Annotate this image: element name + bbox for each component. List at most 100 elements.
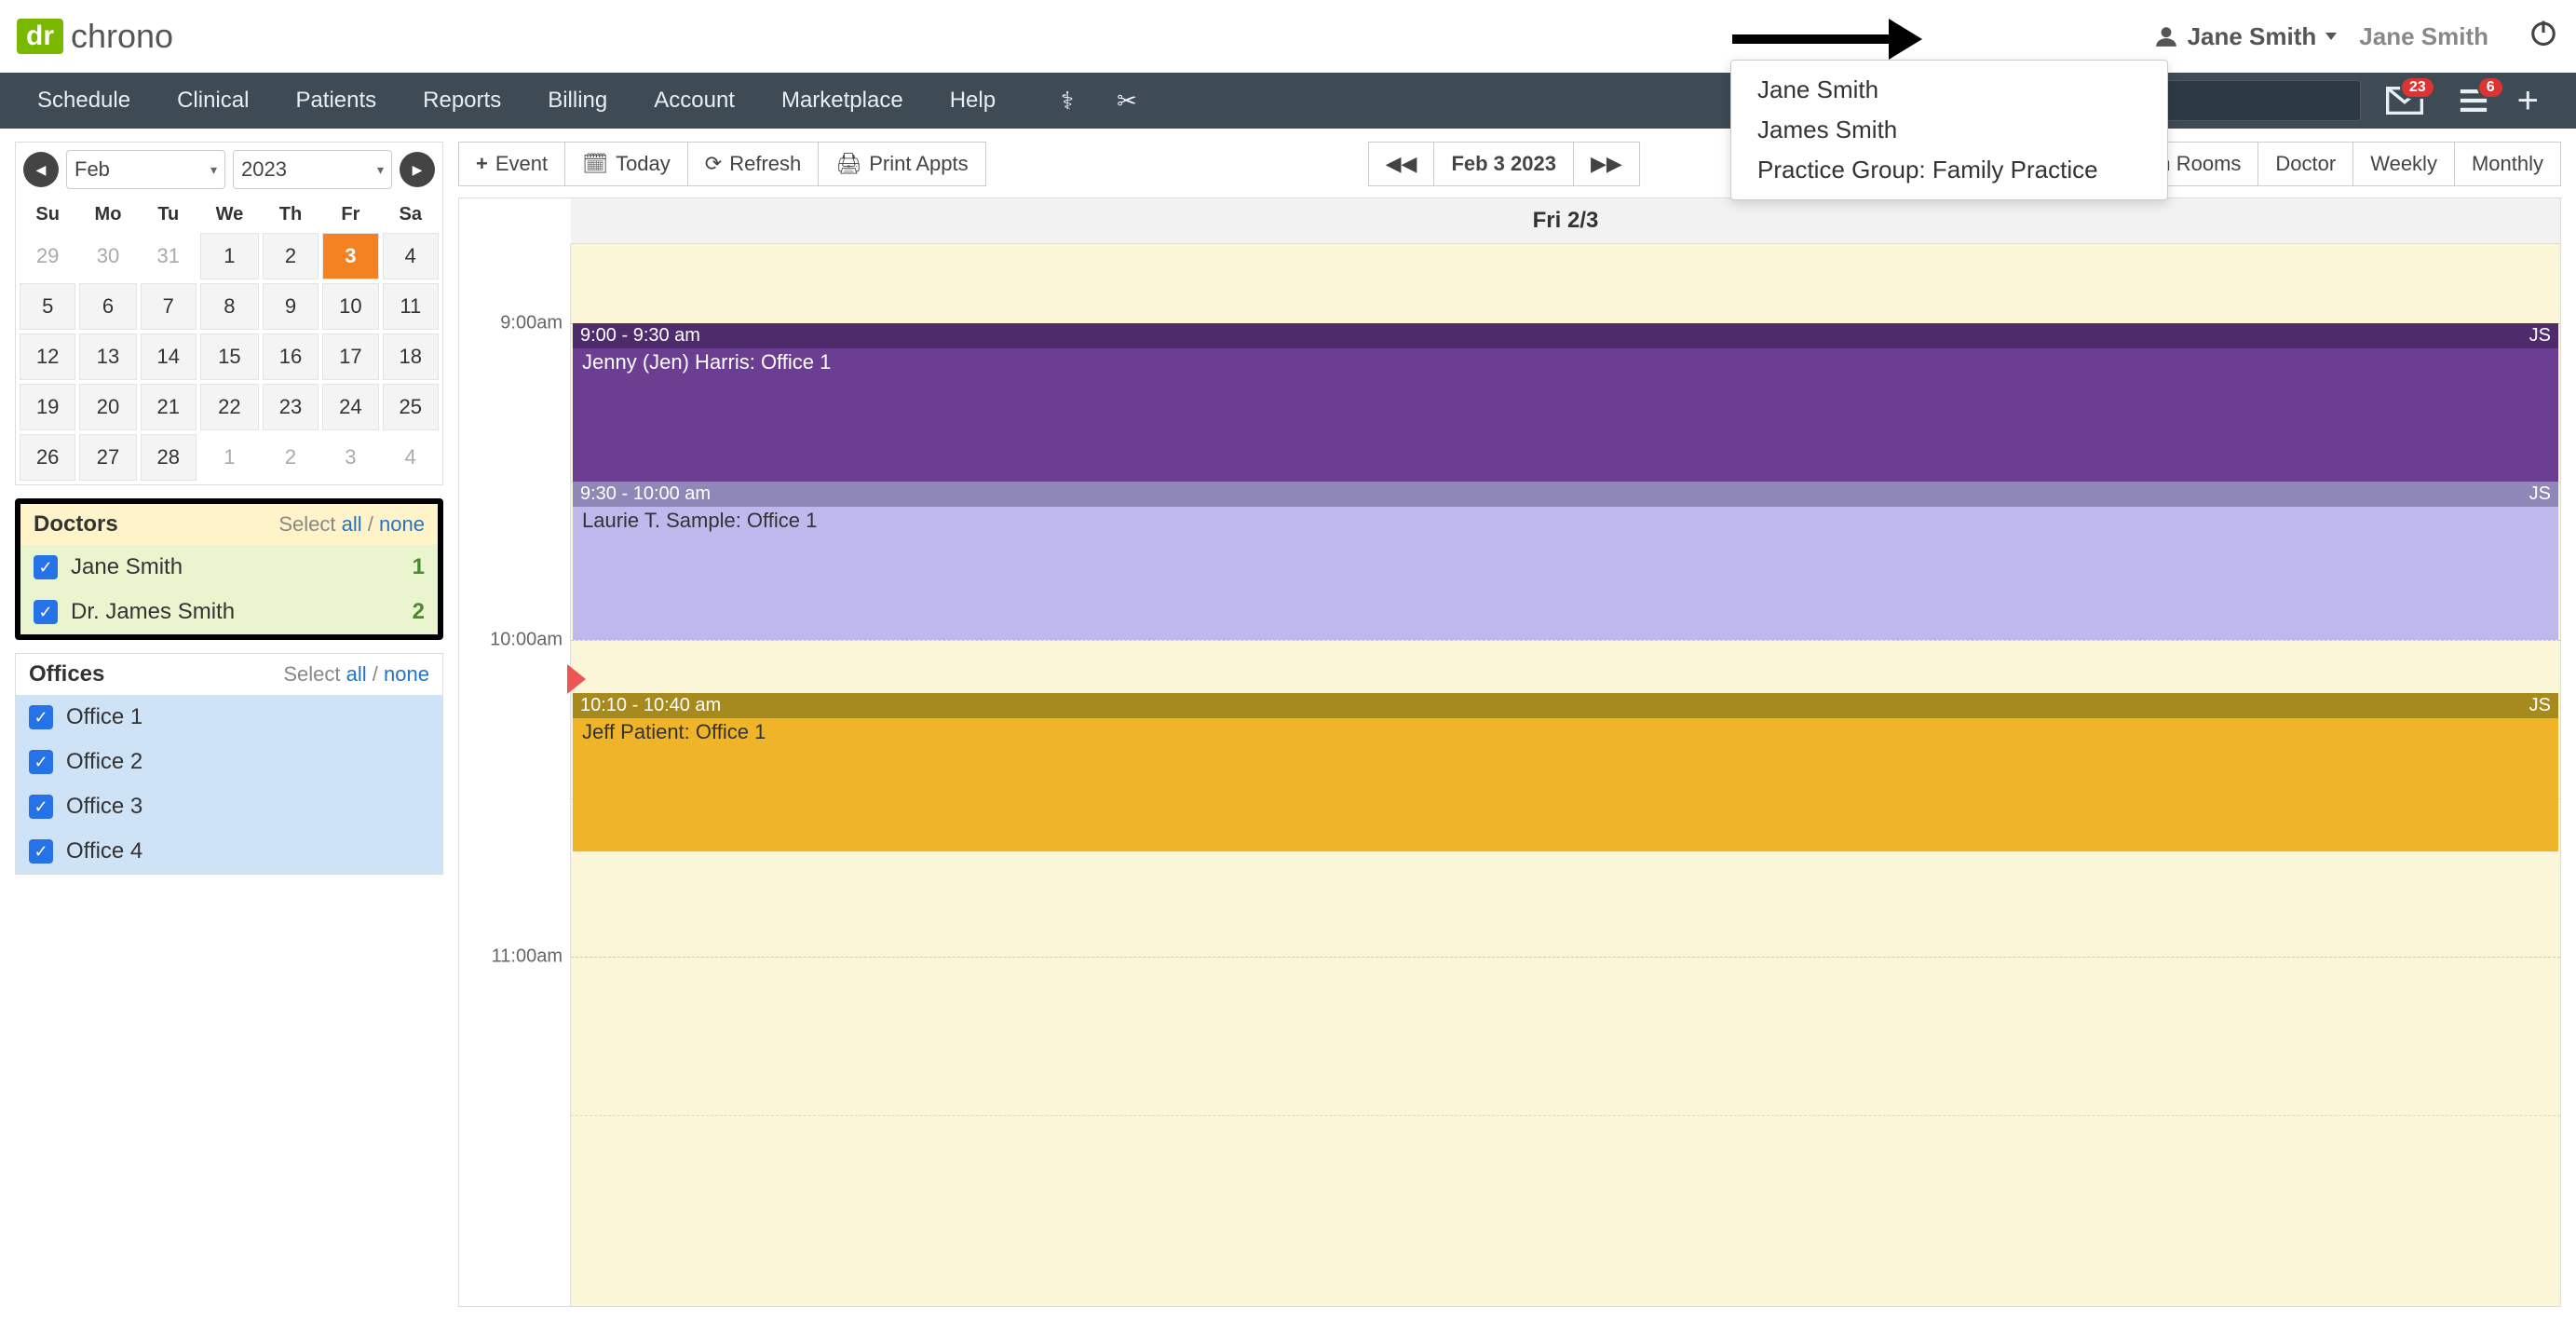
office-row[interactable]: ✓ Office 4 xyxy=(16,829,442,874)
nav-schedule[interactable]: Schedule xyxy=(37,88,130,114)
user-menu-button[interactable]: Jane Smith xyxy=(2154,22,2338,51)
checkbox-icon[interactable]: ✓ xyxy=(29,750,53,774)
appointment-event[interactable]: 10:10 - 10:40 amJSJeff Patient: Office 1 xyxy=(573,693,2558,851)
offices-select-all[interactable]: all xyxy=(346,662,367,686)
office-row[interactable]: ✓Office 2 xyxy=(16,740,442,784)
appointment-event[interactable]: 9:00 - 9:30 amJSJenny (Jen) Harris: Offi… xyxy=(573,323,2558,482)
office-name: Office 3 xyxy=(66,794,142,820)
checkbox-icon[interactable]: ✓ xyxy=(29,839,53,864)
mini-cal-day[interactable]: 21 xyxy=(141,384,197,430)
scissors-icon[interactable]: ✂ xyxy=(1117,87,1137,116)
next-month-button[interactable]: ▶ xyxy=(400,152,435,187)
date-prev-button[interactable]: ◀◀ xyxy=(1368,142,1434,186)
mini-cal-day[interactable]: 8 xyxy=(200,283,259,330)
user-dropdown-item[interactable]: James Smith xyxy=(1731,110,2167,150)
print-button[interactable]: 🖨Print Appts xyxy=(818,142,985,186)
user-dropdown-item[interactable]: Practice Group: Family Practice xyxy=(1731,150,2167,190)
mini-cal-day[interactable]: 16 xyxy=(263,333,319,380)
mini-cal-day[interactable]: 9 xyxy=(263,283,319,330)
appointment-event[interactable]: 9:30 - 10:00 amJSLaurie T. Sample: Offic… xyxy=(573,482,2558,640)
view-weekly-tab[interactable]: Weekly xyxy=(2352,142,2454,186)
mini-cal-day[interactable]: 3 xyxy=(322,233,378,279)
mini-cal-day[interactable]: 26 xyxy=(20,434,75,481)
day-column[interactable]: 9:00 - 9:30 amJSJenny (Jen) Harris: Offi… xyxy=(571,244,2560,1306)
today-button[interactable]: 🗓Today xyxy=(564,142,687,186)
mini-cal-day[interactable]: 4 xyxy=(383,434,439,481)
mini-cal-day[interactable]: 13 xyxy=(79,333,136,380)
checkbox-icon[interactable]: ✓ xyxy=(34,555,58,579)
mini-cal-day[interactable]: 27 xyxy=(79,434,136,481)
nav-account[interactable]: Account xyxy=(654,88,735,114)
mini-cal-day[interactable]: 29 xyxy=(20,233,75,279)
mini-cal-day[interactable]: 7 xyxy=(141,283,197,330)
nav-marketplace[interactable]: Marketplace xyxy=(781,88,903,114)
tasks-button[interactable]: 6 xyxy=(2448,80,2499,121)
time-label: 10:00am xyxy=(490,630,563,651)
mini-cal-dow: Fr xyxy=(322,200,378,229)
checkbox-icon[interactable]: ✓ xyxy=(29,705,53,729)
mini-cal-dow: Mo xyxy=(79,200,136,229)
mini-cal-day[interactable]: 1 xyxy=(200,233,259,279)
mini-cal-day[interactable]: 18 xyxy=(383,333,439,380)
brand-logo[interactable]: dr chrono xyxy=(17,17,173,56)
mini-cal-day[interactable]: 22 xyxy=(200,384,259,430)
nav-billing[interactable]: Billing xyxy=(548,88,607,114)
day-header: Fri 2/3 xyxy=(571,198,2560,244)
office-row[interactable]: ✓ Office 3 xyxy=(16,784,442,829)
office-name: Office 4 xyxy=(66,838,142,864)
mini-cal-day[interactable]: 11 xyxy=(383,283,439,330)
mini-cal-day[interactable]: 15 xyxy=(200,333,259,380)
mini-cal-day[interactable]: 12 xyxy=(20,333,75,380)
mini-cal-day[interactable]: 14 xyxy=(141,333,197,380)
mini-cal-day[interactable]: 31 xyxy=(141,233,197,279)
mini-cal-day[interactable]: 24 xyxy=(322,384,378,430)
offices-title: Offices xyxy=(29,661,104,687)
power-icon[interactable] xyxy=(2529,19,2557,54)
nav-help[interactable]: Help xyxy=(950,88,996,114)
date-next-button[interactable]: ▶▶ xyxy=(1573,142,1640,186)
mini-cal-day[interactable]: 17 xyxy=(322,333,378,380)
mini-cal-day[interactable]: 30 xyxy=(79,233,136,279)
year-select[interactable]: 2023▾ xyxy=(233,150,392,189)
doctor-row[interactable]: ✓Jane Smith1 xyxy=(20,545,438,590)
view-monthly-tab[interactable]: Monthly xyxy=(2454,142,2561,186)
doctors-select-all[interactable]: all xyxy=(342,512,362,536)
search-input[interactable] xyxy=(2147,80,2361,121)
mini-cal-day[interactable]: 6 xyxy=(79,283,136,330)
nav-patients[interactable]: Patients xyxy=(295,88,376,114)
office-row[interactable]: ✓ Office 1 xyxy=(16,695,442,740)
mini-cal-dow: We xyxy=(200,200,259,229)
doctors-select-none[interactable]: none xyxy=(379,512,425,536)
mini-cal-day[interactable]: 25 xyxy=(383,384,439,430)
doctor-row[interactable]: ✓Dr. James Smith2 xyxy=(20,590,438,634)
nav-reports[interactable]: Reports xyxy=(423,88,501,114)
date-title[interactable]: Feb 3 2023 xyxy=(1433,142,1573,186)
mini-cal-day[interactable]: 2 xyxy=(263,434,319,481)
checkbox-icon[interactable]: ✓ xyxy=(29,795,53,819)
mini-cal-day[interactable]: 10 xyxy=(322,283,378,330)
mini-cal-day[interactable]: 4 xyxy=(383,233,439,279)
mini-cal-day[interactable]: 2 xyxy=(263,233,319,279)
nav-clinical[interactable]: Clinical xyxy=(177,88,249,114)
offices-select-none[interactable]: none xyxy=(384,662,429,686)
checkbox-icon[interactable]: ✓ xyxy=(34,600,58,624)
mini-cal-day[interactable]: 5 xyxy=(20,283,75,330)
mini-cal-day[interactable]: 28 xyxy=(141,434,197,481)
month-select[interactable]: Feb▾ xyxy=(66,150,225,189)
refresh-button[interactable]: ⟳Refresh xyxy=(687,142,818,186)
mini-cal-day[interactable]: 3 xyxy=(322,434,378,481)
add-event-button[interactable]: +Event xyxy=(458,142,564,186)
caduceus-icon[interactable]: ⚕ xyxy=(1061,87,1074,116)
mini-cal-day[interactable]: 1 xyxy=(200,434,259,481)
view-doctor-tab[interactable]: Doctor xyxy=(2257,142,2352,186)
office-name: Office 1 xyxy=(66,704,142,730)
annotation-arrow xyxy=(1732,17,1922,60)
add-button[interactable]: + xyxy=(2517,80,2539,122)
mini-cal-day[interactable]: 19 xyxy=(20,384,75,430)
user-dropdown-item[interactable]: Jane Smith xyxy=(1731,70,2167,110)
prev-month-button[interactable]: ◀ xyxy=(23,152,59,187)
mini-cal-day[interactable]: 20 xyxy=(79,384,136,430)
now-marker-icon xyxy=(567,664,586,694)
mini-cal-day[interactable]: 23 xyxy=(263,384,319,430)
messages-button[interactable]: 23 xyxy=(2379,80,2430,121)
